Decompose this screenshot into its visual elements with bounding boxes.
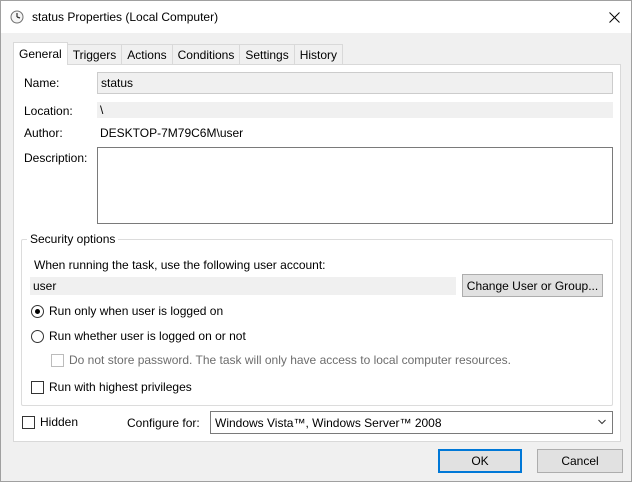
name-label: Name:	[24, 76, 60, 90]
author-value: DESKTOP-7M79C6M\user	[100, 126, 244, 140]
configure-for-value: Windows Vista™, Windows Server™ 2008	[215, 415, 442, 430]
location-field: \	[97, 102, 613, 118]
configure-for-label: Configure for:	[127, 416, 200, 430]
location-label: Location:	[24, 104, 73, 118]
radio-whether-logged-on-label[interactable]: Run whether user is logged on or not	[49, 329, 246, 343]
radio-logged-on[interactable]	[31, 305, 44, 318]
tab-general[interactable]: General	[13, 42, 68, 65]
radio-whether-logged-on[interactable]	[31, 330, 44, 343]
ok-button[interactable]: OK	[438, 449, 522, 473]
description-label: Description:	[24, 151, 88, 165]
close-icon	[608, 11, 620, 23]
highest-privileges-label[interactable]: Run with highest privileges	[49, 380, 192, 394]
clock-icon	[10, 10, 24, 24]
close-button[interactable]	[597, 1, 631, 33]
tab-history[interactable]: History	[294, 44, 344, 65]
change-user-button[interactable]: Change User or Group...	[462, 274, 603, 297]
radio-selected-dot	[35, 309, 40, 314]
tab-strip: General Triggers Actions Conditions Sett…	[13, 42, 344, 65]
highest-privileges-checkbox[interactable]	[31, 381, 44, 394]
properties-dialog: status Properties (Local Computer) Gener…	[0, 0, 632, 482]
tab-settings[interactable]: Settings	[240, 44, 295, 65]
no-store-password-checkbox[interactable]	[51, 354, 64, 367]
tab-conditions[interactable]: Conditions	[172, 44, 241, 65]
window-title: status Properties (Local Computer)	[32, 10, 219, 24]
radio-logged-on-label[interactable]: Run only when user is logged on	[49, 304, 223, 318]
name-field[interactable]: status	[97, 72, 613, 94]
chevron-down-icon	[598, 419, 606, 425]
no-store-password-label: Do not store password. The task will onl…	[69, 353, 511, 367]
user-account-field: user	[30, 277, 456, 295]
account-prompt: When running the task, use the following…	[34, 258, 326, 272]
title-bar: status Properties (Local Computer)	[1, 1, 631, 33]
hidden-label[interactable]: Hidden	[40, 415, 78, 429]
configure-for-select[interactable]: Windows Vista™, Windows Server™ 2008	[210, 411, 613, 434]
cancel-button[interactable]: Cancel	[537, 449, 623, 473]
description-textarea[interactable]	[97, 147, 613, 224]
author-label: Author:	[24, 126, 63, 140]
tab-actions[interactable]: Actions	[122, 44, 173, 65]
hidden-checkbox[interactable]	[22, 416, 35, 429]
tab-triggers[interactable]: Triggers	[67, 44, 123, 65]
security-options-title: Security options	[27, 232, 119, 246]
